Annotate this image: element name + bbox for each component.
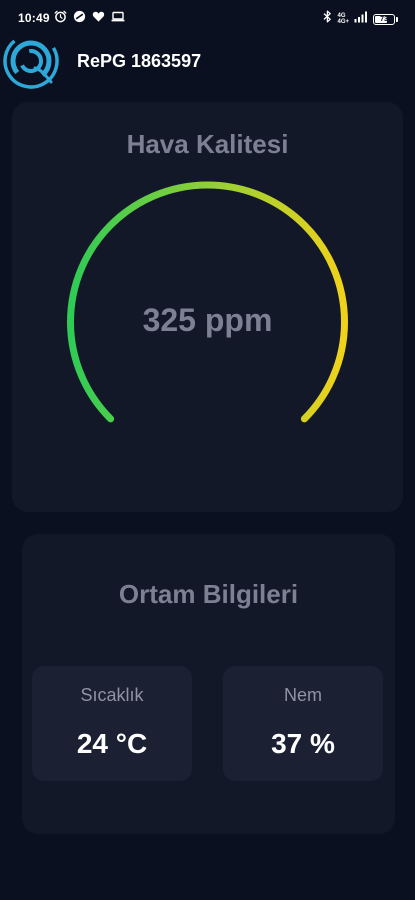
humidity-value: 37 % [271,728,335,759]
battery-level: 73 [380,15,388,23]
network-type: 4G 4G+ [337,13,349,25]
air-quality-card: Hava Kalitesi 325 ppm [12,102,403,512]
app-header: RePG 1863597 [0,30,415,92]
bluetooth-icon [323,10,332,28]
environment-card: Ortam Bilgileri Sıcaklık 24 °C Nem 37 % [22,534,395,834]
heart-icon [92,10,105,23]
network-type-label: 4G+ [337,19,349,25]
temperature-label: Sıcaklık [80,685,144,705]
signal-icon [354,10,368,28]
vpn-icon [73,10,86,23]
status-right-icons: 4G 4G+ 73 [323,10,398,28]
laptop-icon [111,10,125,23]
humidity-label: Nem [283,685,322,705]
air-quality-value: 325 ppm [142,302,273,338]
alarm-icon [54,10,67,23]
temperature-value: 24 °C [76,728,148,759]
status-time: 10:49 [18,11,50,25]
environment-title: Ortam Bilgileri [118,579,299,609]
temperature-box: Sıcaklık 24 °C [32,666,192,781]
status-left-icons [54,10,125,23]
humidity-box: Nem 37 % [223,666,383,781]
swirl-logo-icon[interactable] [2,32,60,90]
app-title: RePG 1863597 [77,51,202,71]
battery-icon: 73 [373,13,398,25]
